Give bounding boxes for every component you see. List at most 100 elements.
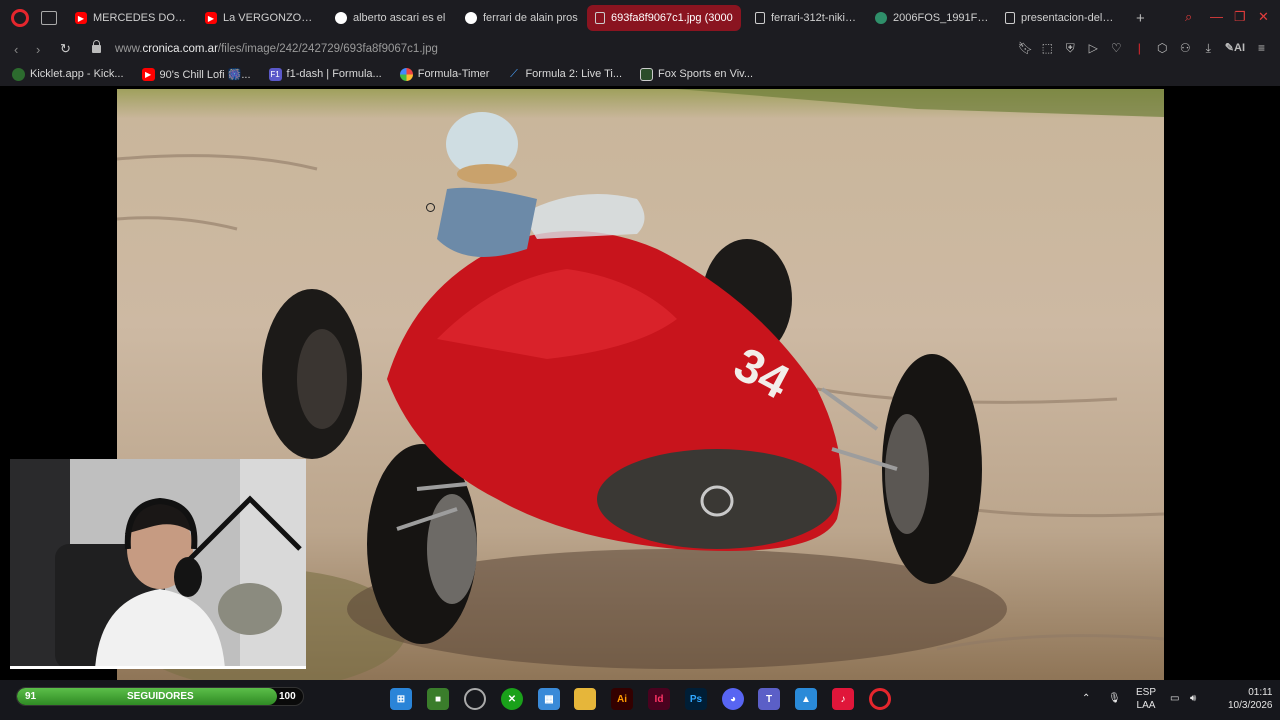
- download-icon[interactable]: ⤓: [1202, 41, 1215, 56]
- language-bottom: LAA: [1136, 700, 1156, 711]
- tab-image-active[interactable]: 693fa8f9067c1.jpg (3000: [587, 5, 741, 31]
- account-icon[interactable]: ⚇: [1179, 41, 1192, 56]
- minecraft-icon[interactable]: ■: [427, 688, 449, 710]
- divider: |: [1137, 41, 1141, 55]
- folder-icon[interactable]: [574, 688, 596, 710]
- tab-label: ferrari-312t-niki-lau: [771, 12, 859, 24]
- bookmarks-bar: Kicklet.app - Kick... ▶ 90's Chill Lofi 🎆…: [0, 62, 1280, 86]
- clock-time: 01:11: [1248, 687, 1273, 698]
- f1-dash-icon: F1: [268, 67, 282, 81]
- store-icon[interactable]: ▦: [538, 688, 560, 710]
- forward-icon[interactable]: ›: [36, 42, 48, 57]
- follower-label: SEGUIDORES: [127, 691, 194, 702]
- minimize-icon[interactable]: —: [1210, 9, 1223, 24]
- tiktok-icon[interactable]: ♪: [832, 688, 854, 710]
- bookmark-icon[interactable]: 🔖︎: [1018, 41, 1033, 56]
- ai-label: AI: [1234, 42, 1245, 54]
- indesign-icon[interactable]: Id: [648, 688, 670, 710]
- document-icon: [1005, 12, 1015, 24]
- streamer-webcam-feed: [10, 459, 306, 666]
- play-icon[interactable]: ▷: [1087, 41, 1100, 56]
- bookmark-kicklet[interactable]: Kicklet.app - Kick...: [12, 67, 124, 81]
- bookmark-formula-timer[interactable]: Formula-Timer: [399, 67, 490, 81]
- youtube-icon: ▶: [141, 67, 155, 81]
- language-indicator[interactable]: ESP LAA: [1136, 686, 1156, 712]
- bookmark-label: Formula-Timer: [417, 68, 490, 80]
- volume-icon[interactable]: 🔊︎: [1190, 692, 1196, 705]
- bookmark-label: f1-dash | Formula...: [286, 68, 382, 80]
- formula2-icon: ⟋: [510, 67, 518, 80]
- address-bar: ‹ › ↻ www.cronica.com.ar/files/image/242…: [0, 36, 1280, 62]
- bookmark-label: Fox Sports en Viv...: [658, 68, 753, 80]
- microphone-icon[interactable]: 🎙︎: [1108, 692, 1121, 705]
- chevron-up-icon[interactable]: ⌃: [1082, 692, 1090, 705]
- reload-icon[interactable]: ↻: [60, 41, 72, 57]
- photoshop-icon[interactable]: Ps: [685, 688, 707, 710]
- xbox-icon[interactable]: ✕: [501, 688, 523, 710]
- teams-icon[interactable]: T: [758, 688, 780, 710]
- search-tabs-icon[interactable]: ⌕: [1185, 9, 1192, 25]
- tab-ferrari-312t[interactable]: ferrari-312t-niki-lau: [747, 5, 867, 31]
- tab-presentacion[interactable]: presentacion-del-fe: [997, 5, 1122, 31]
- photos-icon[interactable]: ▲: [795, 688, 817, 710]
- google-icon: [335, 12, 347, 24]
- kicklet-icon: [12, 67, 25, 81]
- discord-icon[interactable]: ◕: [722, 688, 744, 710]
- bookmark-f1-dash[interactable]: F1 f1-dash | Formula...: [268, 67, 382, 81]
- url-path: /files/image/242/242729/693fa8f9067c1.jp…: [217, 43, 438, 55]
- opera-logo-icon[interactable]: [11, 9, 29, 27]
- document-icon: [755, 12, 765, 24]
- steam-icon[interactable]: [464, 688, 486, 710]
- tab-ferrari-alain[interactable]: ferrari de alain pros: [457, 5, 587, 31]
- tab-label: ferrari de alain pros: [483, 12, 578, 24]
- workspaces-icon[interactable]: [41, 11, 57, 25]
- ai-button[interactable]: ✎AI: [1225, 41, 1245, 56]
- bookmark-formula2[interactable]: ⟋ Formula 2: Live Ti...: [507, 68, 622, 81]
- tab-label: 693fa8f9067c1.jpg (3000: [611, 12, 733, 24]
- close-icon[interactable]: ✕: [1258, 9, 1269, 25]
- bookmark-label: 90's Chill Lofi 🎆...: [159, 68, 251, 81]
- tab-vergonzosa[interactable]: ▶ La VERGONZOSA D: [197, 5, 327, 31]
- clock[interactable]: 01:11 10/3/2026: [1228, 686, 1273, 712]
- url-field[interactable]: www.cronica.com.ar/files/image/242/24272…: [115, 43, 438, 55]
- chrome-icon: [399, 67, 413, 81]
- clock-date: 10/3/2026: [1228, 700, 1273, 711]
- google-icon: [465, 12, 477, 24]
- windows-start-icon[interactable]: ⊞: [390, 688, 412, 710]
- bookmark-label: Kicklet.app - Kick...: [30, 68, 124, 80]
- bookmark-lofi[interactable]: ▶ 90's Chill Lofi 🎆...: [141, 67, 251, 81]
- toolbar-tools: 🔖︎ ⬚ ⛨ ▷ ♡ | ⬡ ⚇ ⤓ ✎AI ≡: [1018, 41, 1268, 56]
- restore-icon[interactable]: ❐: [1234, 9, 1246, 25]
- extensions-icon[interactable]: ⬡: [1156, 41, 1169, 56]
- tab-2006fos[interactable]: 2006FOS_1991Ferra: [867, 5, 997, 31]
- network-icon[interactable]: ▭: [1170, 692, 1179, 705]
- back-icon[interactable]: ‹: [14, 42, 26, 57]
- tab-label: La VERGONZOSA D: [223, 12, 319, 24]
- tab-mercedes[interactable]: ▶ MERCEDES DOMINA: [67, 5, 197, 31]
- illustrator-icon[interactable]: Ai: [611, 688, 633, 710]
- opera-taskbar-icon[interactable]: [869, 688, 891, 710]
- url-prefix: www.: [115, 43, 143, 55]
- bookmark-fox-sports[interactable]: Fox Sports en Viv...: [640, 67, 753, 81]
- snapshot-icon[interactable]: ⬚: [1041, 41, 1054, 56]
- menu-icon[interactable]: ≡: [1255, 41, 1268, 56]
- youtube-icon: ▶: [75, 12, 87, 24]
- tab-bar: ▶ MERCEDES DOMINA ▶ La VERGONZOSA D albe…: [0, 0, 1280, 36]
- follower-goal: 100: [279, 691, 296, 702]
- new-tab-plus-icon[interactable]: +: [1136, 10, 1145, 27]
- url-host: cronica.com.ar: [142, 43, 218, 55]
- webcam-overlay: [10, 459, 306, 669]
- tab-label: presentacion-del-fe: [1021, 12, 1114, 24]
- follower-current: 91: [25, 691, 37, 702]
- tab-label: alberto ascari es el: [353, 12, 446, 24]
- tab-label: 2006FOS_1991Ferra: [893, 12, 989, 24]
- document-icon: [595, 12, 605, 24]
- shield-icon[interactable]: ⛨: [1064, 41, 1077, 56]
- lock-icon: [92, 40, 101, 53]
- zoom-cursor-icon: [426, 203, 435, 212]
- site-icon: [875, 12, 887, 24]
- taskbar: 91 SEGUIDORES 100 ⊞ ■ ✕ ▦ Ai Id Ps ◕ T ▲…: [0, 680, 1280, 720]
- youtube-icon: ▶: [205, 12, 217, 24]
- tab-alberto-ascari[interactable]: alberto ascari es el: [327, 5, 457, 31]
- heart-icon[interactable]: ♡: [1110, 41, 1123, 56]
